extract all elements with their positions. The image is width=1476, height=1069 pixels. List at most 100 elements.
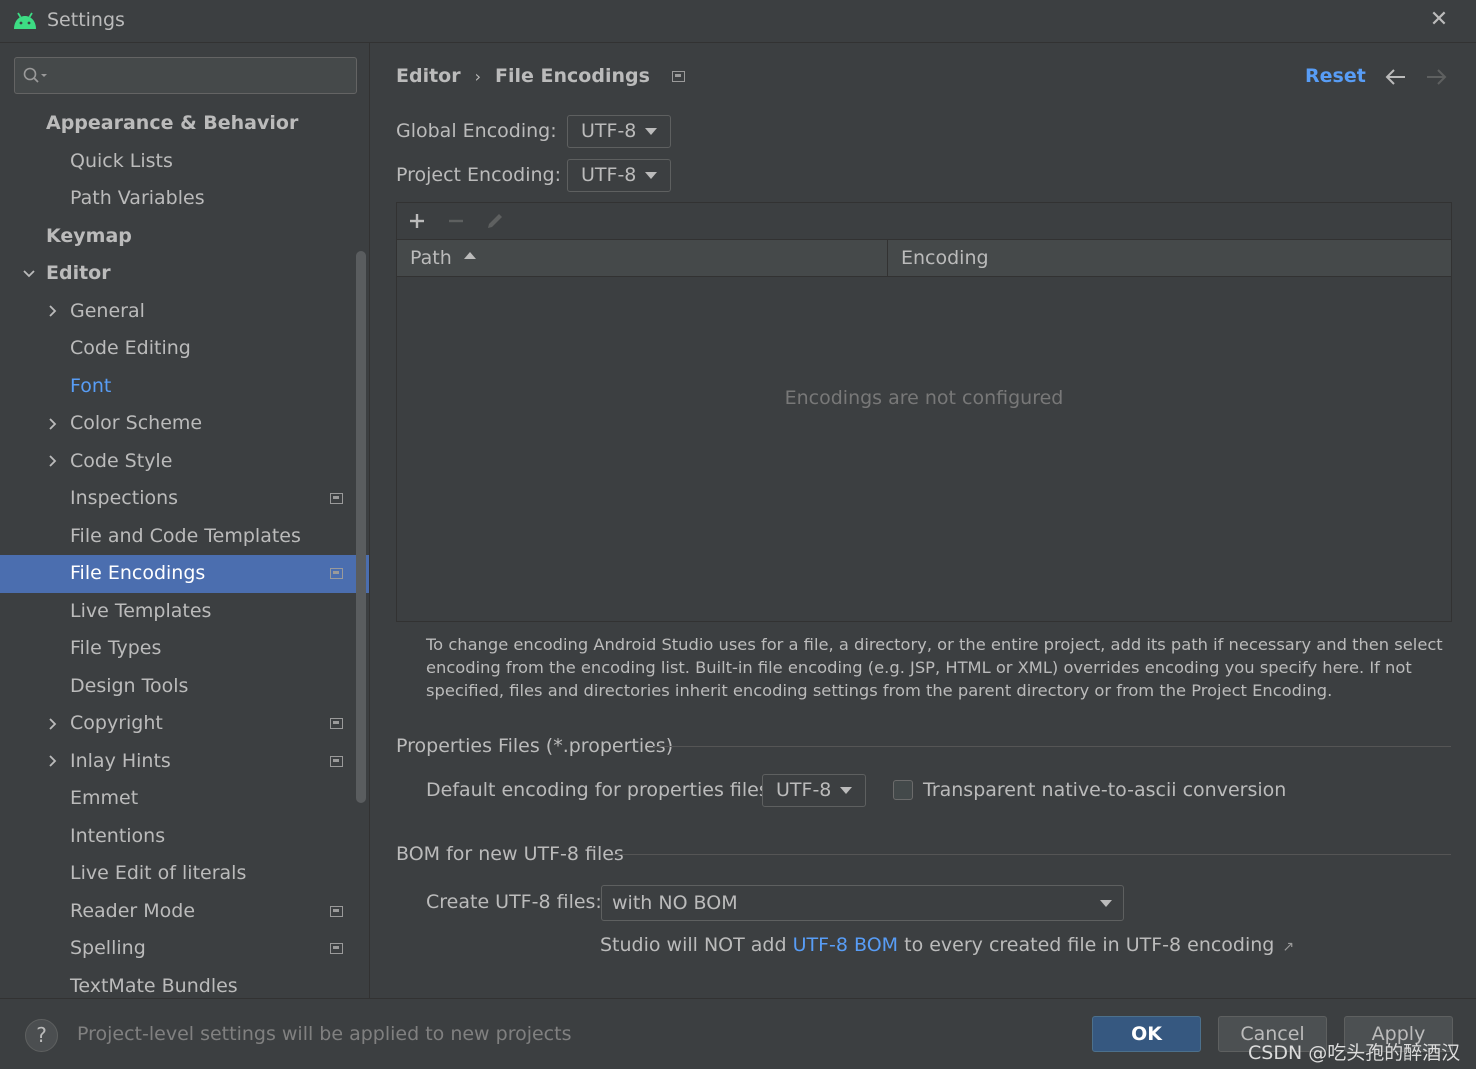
table-body[interactable]: Encodings are not configured xyxy=(397,277,1451,621)
sidebar-item-file-encodings[interactable]: File Encodings xyxy=(0,555,369,593)
project-scope-icon xyxy=(671,70,685,82)
sidebar-item-inlay-hints[interactable]: Inlay Hints xyxy=(0,743,369,781)
chevron-right-icon[interactable] xyxy=(46,705,60,742)
column-path[interactable]: Path xyxy=(397,240,888,277)
sidebar-item-label: Path Variables xyxy=(70,187,205,209)
bom-group-title: BOM for new UTF-8 files xyxy=(396,843,624,865)
forward-arrow-icon[interactable] xyxy=(1424,65,1448,89)
sidebar-item-label: Color Scheme xyxy=(70,412,203,434)
sidebar-item-quick-lists[interactable]: Quick Lists xyxy=(0,143,369,181)
sidebar-item-label: Code Style xyxy=(70,449,173,472)
add-button[interactable] xyxy=(404,208,430,234)
sidebar-item-live-templates[interactable]: Live Templates xyxy=(0,593,369,631)
sort-ascending-icon xyxy=(463,252,476,259)
sidebar-item-editor[interactable]: Editor xyxy=(0,255,369,293)
project-scope-icon xyxy=(330,568,343,579)
sidebar-item-reader-mode[interactable]: Reader Mode xyxy=(0,893,369,931)
sidebar-item-textmate-bundles[interactable]: TextMate Bundles xyxy=(0,968,369,999)
column-encoding[interactable]: Encoding xyxy=(888,240,1451,277)
bom-select[interactable]: with NO BOM xyxy=(601,885,1124,921)
sidebar-item-label: Emmet xyxy=(70,787,139,809)
chevron-down-icon xyxy=(840,787,852,794)
settings-content: Editor › File Encodings Reset Global Enc… xyxy=(369,43,1476,998)
chevron-right-icon[interactable] xyxy=(46,405,60,442)
search-input[interactable] xyxy=(14,57,357,94)
sidebar-item-label: Keymap xyxy=(46,224,132,247)
window-title: Settings xyxy=(47,9,125,31)
sidebar-item-appearance-behavior[interactable]: Appearance & Behavior xyxy=(0,105,369,143)
sidebar-item-keymap[interactable]: Keymap xyxy=(0,218,369,256)
chevron-right-icon[interactable] xyxy=(46,443,60,480)
plus-icon xyxy=(410,214,424,228)
sidebar-item-label: File Encodings xyxy=(70,562,206,584)
global-encoding-select[interactable]: UTF-8 xyxy=(567,115,671,148)
sidebar-item-font[interactable]: Font xyxy=(0,368,369,406)
sidebar-item-label: Reader Mode xyxy=(70,899,196,922)
sidebar-item-label: Copyright xyxy=(70,712,163,734)
close-icon[interactable]: ✕ xyxy=(1428,9,1450,31)
utf8-bom-link[interactable]: UTF-8 BOM xyxy=(793,934,898,956)
sidebar-item-label: Editor xyxy=(46,262,111,284)
sidebar-item-file-and-code-templates[interactable]: File and Code Templates xyxy=(0,518,369,556)
chevron-down-icon xyxy=(645,128,657,135)
bom-select-value: with NO BOM xyxy=(612,892,738,914)
properties-group-title: Properties Files (*.properties) xyxy=(396,735,674,757)
chevron-right-icon[interactable] xyxy=(46,743,60,780)
sidebar-item-emmet[interactable]: Emmet xyxy=(0,780,369,818)
pencil-icon xyxy=(488,214,502,228)
transparent-conversion-checkbox[interactable] xyxy=(893,780,913,800)
breadcrumb-separator: › xyxy=(474,66,482,86)
chevron-right-icon[interactable] xyxy=(46,293,60,330)
column-path-label: Path xyxy=(410,247,452,269)
breadcrumb: Editor › File Encodings xyxy=(396,65,685,87)
sidebar-item-intentions[interactable]: Intentions xyxy=(0,818,369,856)
search-icon xyxy=(23,67,47,83)
sidebar-item-path-variables[interactable]: Path Variables xyxy=(0,180,369,218)
chevron-down-icon xyxy=(1100,900,1112,907)
chevron-down-icon xyxy=(645,172,657,179)
help-button[interactable]: ? xyxy=(25,1019,58,1052)
minus-icon xyxy=(449,219,463,223)
chevron-down-icon[interactable] xyxy=(22,255,36,292)
default-encoding-label: Default encoding for properties files: xyxy=(426,779,776,801)
help-text: To change encoding Android Studio uses f… xyxy=(426,635,1443,700)
path-encoding-table: Path Encoding Encodings are not configur… xyxy=(396,202,1452,622)
edit-button[interactable] xyxy=(482,208,508,234)
sidebar-item-label: Appearance & Behavior xyxy=(46,112,299,134)
sidebar-item-file-types[interactable]: File Types xyxy=(0,630,369,668)
sidebar-item-live-edit-of-literals[interactable]: Live Edit of literals xyxy=(0,855,369,893)
ok-button[interactable]: OK xyxy=(1092,1016,1201,1052)
sidebar-item-copyright[interactable]: Copyright xyxy=(0,705,369,743)
external-link-icon[interactable]: ↗ xyxy=(1282,939,1294,955)
reset-link[interactable]: Reset xyxy=(1305,65,1366,87)
empty-table-text: Encodings are not configured xyxy=(784,387,1064,409)
title-bar: Settings ✕ xyxy=(0,0,1476,43)
project-encoding-select[interactable]: UTF-8 xyxy=(567,159,671,192)
sidebar-item-general[interactable]: General xyxy=(0,293,369,331)
sidebar-item-spelling[interactable]: Spelling xyxy=(0,930,369,968)
project-scope-icon xyxy=(330,718,343,729)
project-scope-icon xyxy=(330,755,343,767)
transparent-conversion-label[interactable]: Transparent native-to-ascii conversion xyxy=(923,779,1286,801)
sidebar-item-label: Inspections xyxy=(70,487,179,509)
bom-note-after: to every created file in UTF-8 encoding xyxy=(898,934,1275,956)
remove-button[interactable] xyxy=(443,208,469,234)
project-scope-icon xyxy=(330,905,343,917)
sidebar-item-label: Intentions xyxy=(70,824,166,847)
properties-encoding-select[interactable]: UTF-8 xyxy=(762,774,866,807)
sidebar-item-label: Font xyxy=(70,374,112,397)
watermark: CSDN @吃头孢的醉酒汉 xyxy=(1248,1042,1461,1064)
bom-note-before: Studio will NOT add xyxy=(600,934,793,956)
sidebar-item-label: Live Edit of literals xyxy=(70,862,247,884)
sidebar-item-design-tools[interactable]: Design Tools xyxy=(0,668,369,706)
sidebar-item-code-style[interactable]: Code Style xyxy=(0,443,369,481)
breadcrumb-current: File Encodings xyxy=(495,65,650,87)
project-encoding-value: UTF-8 xyxy=(581,164,637,186)
sidebar-item-inspections[interactable]: Inspections xyxy=(0,480,369,518)
sidebar-scrollbar[interactable] xyxy=(356,251,366,803)
sidebar-item-color-scheme[interactable]: Color Scheme xyxy=(0,405,369,443)
back-arrow-icon[interactable] xyxy=(1384,65,1408,89)
breadcrumb-parent[interactable]: Editor xyxy=(396,65,461,87)
settings-sidebar: Appearance & Behavior Quick Lists Path Var… xyxy=(0,43,369,998)
sidebar-item-code-editing[interactable]: Code Editing xyxy=(0,330,369,368)
